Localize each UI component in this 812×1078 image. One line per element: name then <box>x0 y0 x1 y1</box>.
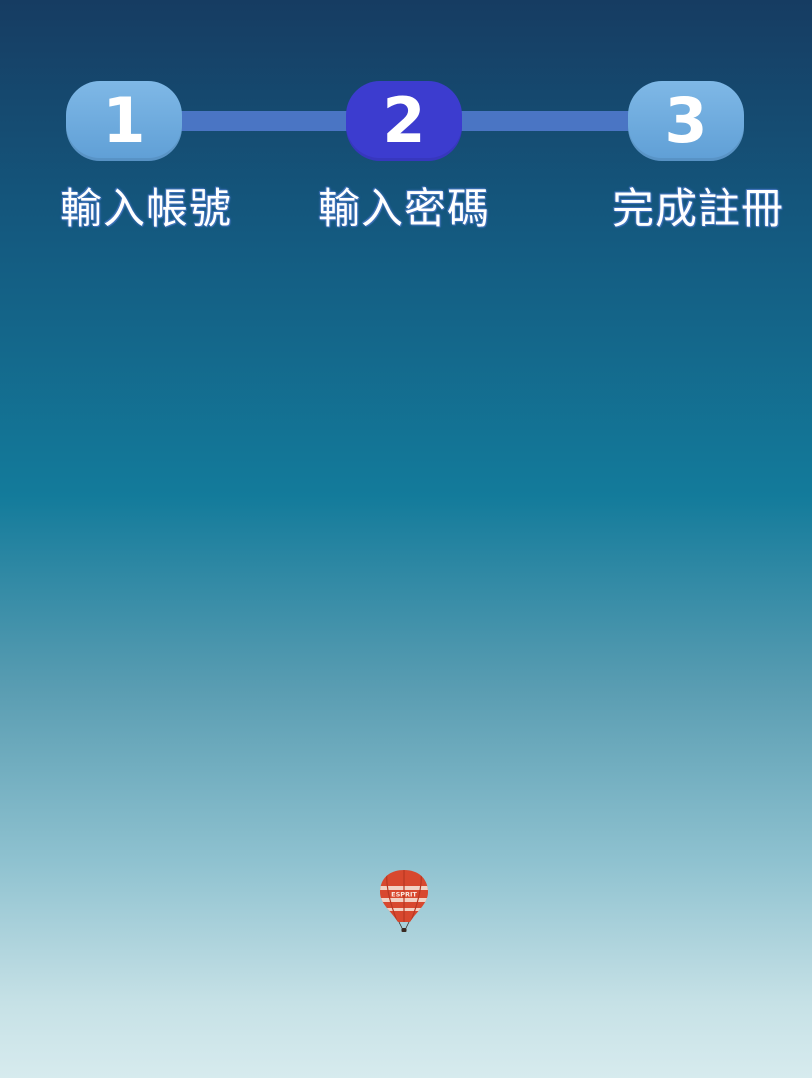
hot-air-balloon-image: ESPRIT <box>380 870 428 932</box>
registration-screen: 1 2 3 輸入帳號 輸入密碼 完成註冊 ESPRIT <box>0 0 812 1078</box>
balloon-lettering: ESPRIT <box>391 891 417 899</box>
step-1-badge[interactable]: 1 <box>66 81 182 161</box>
step-connector-1-2 <box>170 111 360 131</box>
step-2-number: 2 <box>382 84 426 157</box>
step-connector-2-3 <box>450 111 640 131</box>
step-3-number: 3 <box>664 84 708 157</box>
step-3-label: 完成註冊 <box>611 184 784 233</box>
step-1-label: 輸入帳號 <box>59 184 232 233</box>
registration-stepper: 1 2 3 輸入帳號 輸入密碼 完成註冊 <box>0 0 812 260</box>
step-1-number: 1 <box>102 84 146 157</box>
step-3-badge[interactable]: 3 <box>628 81 744 161</box>
step-2-label: 輸入密碼 <box>317 184 490 233</box>
step-2-badge-active[interactable]: 2 <box>346 81 462 161</box>
